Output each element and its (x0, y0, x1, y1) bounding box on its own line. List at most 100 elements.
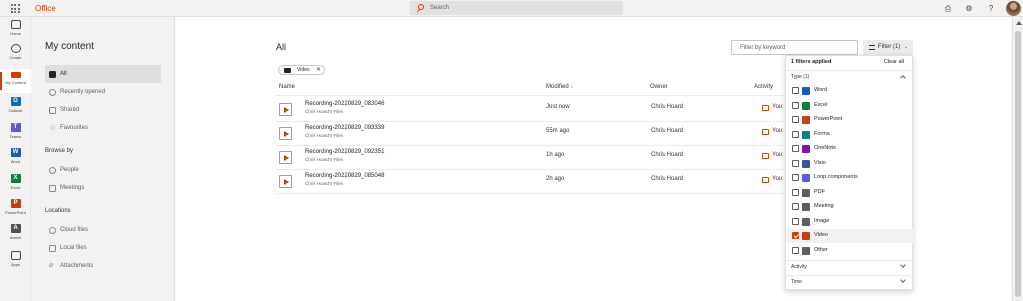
activity-group-heading[interactable]: Activity (791, 264, 807, 270)
filter-option-meeting[interactable]: Meeting (787, 200, 913, 214)
checkbox[interactable] (792, 116, 799, 123)
nav-item-people[interactable]: People (45, 161, 161, 179)
video-icon (802, 232, 810, 240)
filter-option-word[interactable]: Word (787, 84, 913, 98)
rail-item-apps[interactable]: Apps (0, 251, 31, 275)
rail-item-word[interactable]: W Word (0, 148, 31, 172)
column-header-name[interactable]: Name (279, 84, 295, 90)
top-bar: Office Search ⎙ ⚙ ? (0, 0, 1023, 17)
feedback-icon[interactable]: ⎙ (943, 4, 953, 13)
avatar[interactable] (1006, 1, 1021, 16)
scrollbar-thumb[interactable] (1015, 31, 1021, 297)
nav-item-local-files[interactable]: Local files (45, 239, 161, 257)
checkbox[interactable] (792, 87, 799, 94)
share-activity-icon (762, 129, 769, 135)
nav-item-shared[interactable]: Shared (45, 101, 161, 119)
header-divider (276, 95, 784, 96)
search-box[interactable]: Search (410, 1, 623, 15)
chevron-down-icon[interactable] (900, 262, 906, 268)
filter-option-visio[interactable]: Visio (787, 157, 913, 171)
rail-item-create[interactable]: Create (0, 44, 31, 68)
filter-option-powerpoint[interactable]: PowerPoint (787, 113, 913, 127)
video-file-icon (279, 127, 292, 140)
type-group-heading[interactable]: Type (1) (791, 74, 809, 80)
rail-item-home[interactable]: Home (0, 20, 31, 44)
checkbox[interactable] (792, 232, 799, 239)
rail-item-teams[interactable]: T Teams (0, 123, 31, 147)
loop-components-icon (802, 174, 810, 182)
file-location: Chris Hoard's Files (305, 157, 343, 162)
filter-option-image[interactable]: Image (787, 215, 913, 229)
settings-gear-icon[interactable]: ⚙ (964, 4, 974, 13)
keyword-filter-input[interactable]: Filter by keyword (731, 40, 858, 55)
filter-option-video[interactable]: Video (787, 229, 913, 243)
column-header-modified[interactable]: Modified ↓ (546, 84, 573, 90)
word-icon (802, 87, 810, 95)
rail-item-excel[interactable]: X Excel (0, 174, 31, 198)
rail-label: Admin (9, 235, 22, 240)
checkbox[interactable] (792, 174, 799, 181)
row-divider (276, 145, 784, 146)
filter-option-forms[interactable]: Forms (787, 128, 913, 142)
video-icon (284, 68, 291, 73)
nav-item-meetings[interactable]: Meetings (45, 179, 161, 197)
file-name[interactable]: Recording-20220829_085048 (305, 173, 384, 179)
chevron-up-icon[interactable] (900, 75, 906, 81)
locations-heading: Locations (45, 208, 71, 214)
filter-option-excel[interactable]: Excel (787, 99, 913, 113)
remove-filter-icon[interactable]: ✕ (316, 66, 321, 74)
search-placeholder: Search (430, 5, 450, 11)
page-title: My content (45, 41, 94, 52)
nav-item-all[interactable]: All (45, 65, 161, 83)
filter-option-label: Excel (814, 101, 828, 108)
chevron-down-icon[interactable] (900, 277, 906, 283)
checkbox[interactable] (792, 203, 799, 210)
scrollbar[interactable] (1012, 17, 1023, 301)
rail-label: Create (9, 55, 22, 60)
filter-option-label: PowerPoint (814, 116, 843, 122)
rail-item-my-content[interactable]: My Content (0, 69, 31, 93)
filter-option-pdf[interactable]: PDF (787, 186, 913, 200)
clear-all-button[interactable]: Clear all (884, 59, 904, 65)
file-name[interactable]: Recording-20220829_083046 (305, 101, 384, 107)
nav-item-cloud-files[interactable]: Cloud files (45, 221, 161, 239)
cloud-icon (49, 227, 56, 234)
nav-item-recently-opened[interactable]: Recently opened (45, 83, 161, 101)
checkbox[interactable] (792, 246, 799, 254)
rail-label: Outlook (8, 108, 23, 113)
rail-item-powerpoint[interactable]: P PowerPoint (0, 199, 31, 223)
column-header-activity[interactable]: Activity (754, 84, 773, 90)
filter-option-loop-components[interactable]: Loop components (787, 171, 913, 185)
checkbox[interactable] (792, 101, 799, 109)
powerpoint-icon: P (10, 199, 21, 208)
file-name[interactable]: Recording-20220829_093339 (305, 125, 384, 131)
file-location: Chris Hoard's Files (305, 133, 343, 138)
column-header-owner[interactable]: Owner (650, 84, 668, 90)
sort-descending-icon: ↓ (570, 84, 574, 90)
checkbox[interactable] (792, 188, 799, 196)
rail-item-outlook[interactable]: O Outlook (0, 97, 31, 121)
filter-option-onenote[interactable]: OneNote (787, 142, 913, 156)
help-icon[interactable]: ? (986, 4, 996, 13)
checkbox[interactable] (792, 130, 799, 138)
filter-button[interactable]: Filter (1) ⌄ (863, 40, 913, 55)
nav-item-favourites[interactable]: ☆ Favourites (45, 119, 161, 137)
nav-item-attachments[interactable]: ⌀ Attachments (45, 257, 161, 275)
checkbox[interactable] (792, 145, 799, 152)
filter-panel: 1 filters applied Clear all Type (1) Wor… (785, 55, 913, 290)
scroll-up-icon[interactable] (1016, 21, 1022, 25)
active-filter-chip: Video ✕ (278, 65, 325, 75)
visio-icon (802, 159, 810, 168)
word-icon: W (10, 148, 21, 157)
checkbox[interactable] (792, 217, 799, 225)
content-title: All (276, 42, 287, 52)
other-icon (802, 246, 810, 255)
time-group-heading[interactable]: Time (791, 279, 802, 285)
rail-item-admin[interactable]: A Admin (0, 224, 31, 248)
app-launcher-icon[interactable] (9, 3, 21, 14)
checkbox[interactable] (792, 159, 799, 167)
file-name[interactable]: Recording-20220829_092351 (305, 149, 384, 155)
owner-cell: Chris Hoard (651, 152, 684, 158)
filter-option-other[interactable]: Other (787, 244, 913, 258)
brand-logo[interactable]: Office (35, 4, 56, 13)
